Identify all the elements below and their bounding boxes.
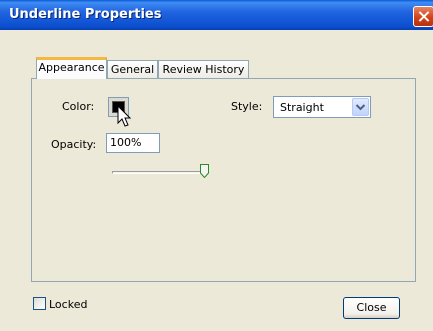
tab-review-history-label: Review History bbox=[162, 63, 245, 76]
style-select[interactable]: Straight bbox=[273, 96, 371, 118]
tab-appearance[interactable]: Appearance bbox=[36, 57, 107, 79]
opacity-label: Opacity: bbox=[51, 138, 97, 151]
tab-general-label: General bbox=[110, 63, 155, 76]
style-label: Style: bbox=[231, 100, 263, 113]
tab-appearance-label: Appearance bbox=[38, 61, 105, 74]
chevron-down-icon bbox=[355, 104, 366, 111]
style-select-value: Straight bbox=[280, 101, 324, 114]
color-label: Color: bbox=[62, 100, 95, 113]
title-bar[interactable]: Underline Properties bbox=[0, 0, 433, 30]
opacity-input[interactable]: 100% bbox=[106, 133, 160, 153]
tab-general[interactable]: General bbox=[107, 60, 158, 78]
opacity-input-value: 100% bbox=[110, 136, 142, 149]
opacity-slider-handle[interactable] bbox=[200, 164, 209, 178]
opacity-slider-track[interactable] bbox=[112, 171, 206, 174]
mouse-pointer-icon bbox=[117, 105, 132, 127]
close-window-icon[interactable] bbox=[413, 6, 433, 27]
close-button[interactable]: Close bbox=[343, 297, 400, 319]
dialog-title: Underline Properties bbox=[9, 7, 162, 22]
locked-label: Locked bbox=[49, 298, 88, 311]
locked-checkbox[interactable] bbox=[33, 297, 46, 310]
tab-review-history[interactable]: Review History bbox=[158, 60, 249, 78]
close-button-label: Close bbox=[356, 301, 387, 314]
dropdown-button[interactable] bbox=[352, 98, 369, 116]
underline-properties-dialog: Underline Properties Appearance General … bbox=[0, 0, 433, 331]
